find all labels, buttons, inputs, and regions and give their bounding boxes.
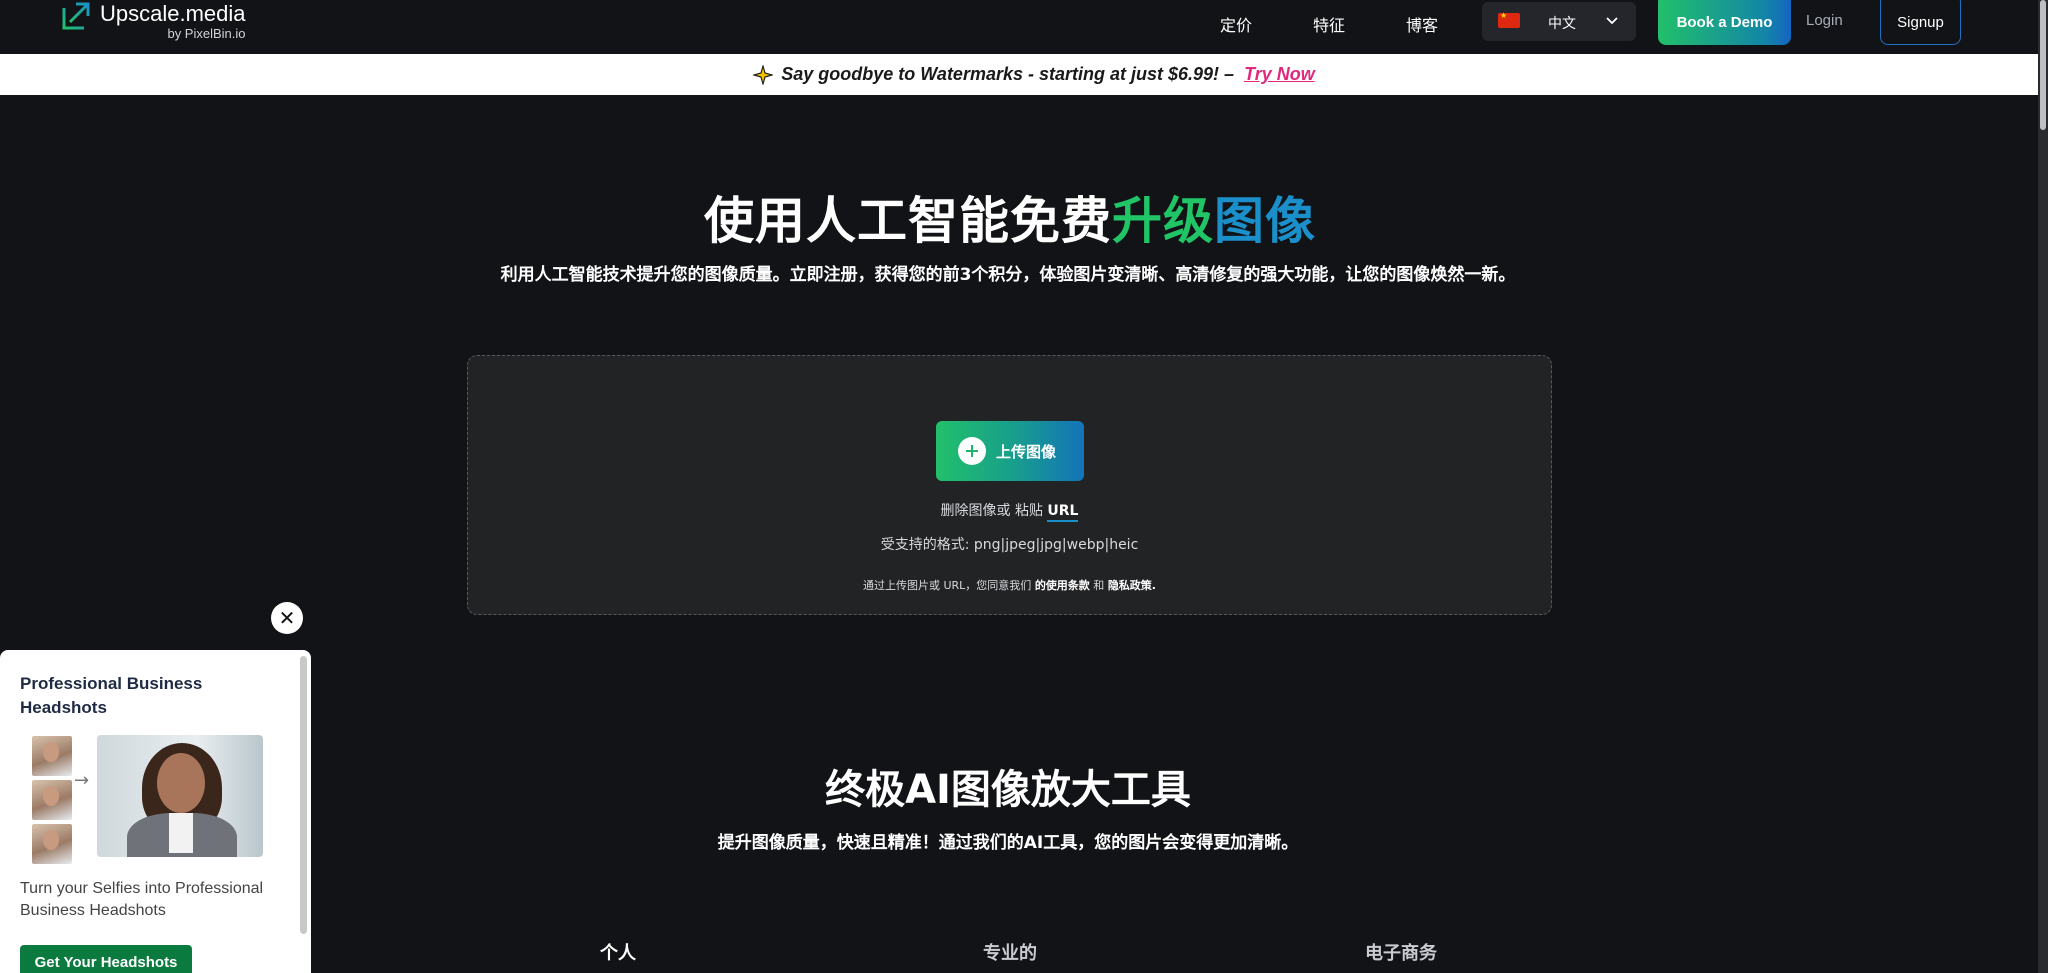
logo-icon xyxy=(62,2,90,30)
terms-notice: 通过上传图片或 URL，您同意我们 的使用条款 和 隐私政策. xyxy=(468,577,1551,593)
paste-url-link[interactable]: URL xyxy=(1047,503,1079,522)
logo[interactable]: Upscale.media by PixelBin.io xyxy=(60,0,246,46)
close-popup-button[interactable]: ✕ xyxy=(271,602,303,634)
hero-title-blue: 图像 xyxy=(1214,192,1316,250)
top-nav: Upscale.media by PixelBin.io 定价 特征 博客 中文… xyxy=(0,0,2048,54)
promo-banner: Say goodbye to Watermarks - starting at … xyxy=(0,54,2048,95)
page-scrollbar[interactable] xyxy=(2038,0,2048,973)
promo-text: Say goodbye to Watermarks - starting at … xyxy=(781,64,1235,84)
upload-image-button[interactable]: 上传图像 xyxy=(936,421,1084,481)
selfie-thumbnail xyxy=(32,780,72,820)
signup-button[interactable]: Signup xyxy=(1880,0,1961,45)
page-scrollbar-thumb[interactable] xyxy=(2040,0,2046,130)
drop-prefix: 删除图像或 粘贴 xyxy=(940,503,1048,519)
terms-of-use-link[interactable]: 的使用条款 xyxy=(1035,579,1090,592)
tab-ecommerce[interactable]: 电子商务 xyxy=(1365,939,1437,965)
supported-formats: 受支持的格式: png|jpeg|jpg|webp|heic xyxy=(880,537,1139,553)
get-headshots-button[interactable]: Get Your Headshots xyxy=(20,945,192,973)
nav-link-blog[interactable]: 博客 xyxy=(1406,12,1438,36)
login-link[interactable]: Login xyxy=(1806,12,1843,29)
logo-title: Upscale.media xyxy=(100,1,246,26)
upload-dropzone[interactable]: 上传图像 删除图像或 粘贴 URL 受支持的格式: png|jpeg|jpg|w… xyxy=(467,355,1552,615)
tab-personal[interactable]: 个人 xyxy=(600,939,636,965)
hero-subtitle: 利用人工智能技术提升您的图像质量。立即注册，获得您的前3个积分，体验图片变清晰、… xyxy=(500,265,1516,285)
book-demo-button[interactable]: Book a Demo xyxy=(1658,0,1791,45)
selfie-thumbnail xyxy=(32,824,72,864)
hero-title-green: 升级 xyxy=(1112,192,1214,250)
arrow-right-icon: → xyxy=(74,770,90,791)
china-flag-icon xyxy=(1498,11,1520,28)
language-label: 中文 xyxy=(1548,16,1576,32)
upload-button-label: 上传图像 xyxy=(996,442,1057,461)
nav-link-pricing[interactable]: 定价 xyxy=(1220,12,1252,36)
hero-title: 使用人工智能免费升级图像 xyxy=(0,181,2020,253)
logo-subtitle: by PixelBin.io xyxy=(167,26,246,41)
selfie-thumbnails xyxy=(32,736,72,868)
try-now-link[interactable]: Try Now xyxy=(1244,64,1315,85)
terms-mid: 和 xyxy=(1089,579,1108,592)
popup-description: Turn your Selfies into Professional Busi… xyxy=(20,880,264,919)
popup-scrollbar[interactable] xyxy=(300,656,307,934)
language-selector[interactable]: 中文 xyxy=(1482,2,1636,41)
sparkle-icon xyxy=(753,64,774,85)
chevron-down-icon xyxy=(1606,17,1618,25)
drop-or-paste-text: 删除图像或 粘贴 URL xyxy=(468,500,1551,522)
plus-icon xyxy=(958,437,986,465)
headshots-popup: Professional Business Headshots → Turn y… xyxy=(0,650,311,973)
nav-link-features[interactable]: 特征 xyxy=(1313,12,1345,36)
privacy-policy-link[interactable]: 隐私政策. xyxy=(1108,579,1156,592)
popup-title: Professional Business Headshots xyxy=(20,674,203,717)
selfie-thumbnail xyxy=(32,736,72,776)
hero-title-plain: 使用人工智能免费 xyxy=(704,192,1112,250)
tab-professional[interactable]: 专业的 xyxy=(983,939,1037,965)
terms-prefix: 通过上传图片或 URL，您同意我们 xyxy=(862,579,1035,592)
headshot-portrait xyxy=(97,735,263,857)
